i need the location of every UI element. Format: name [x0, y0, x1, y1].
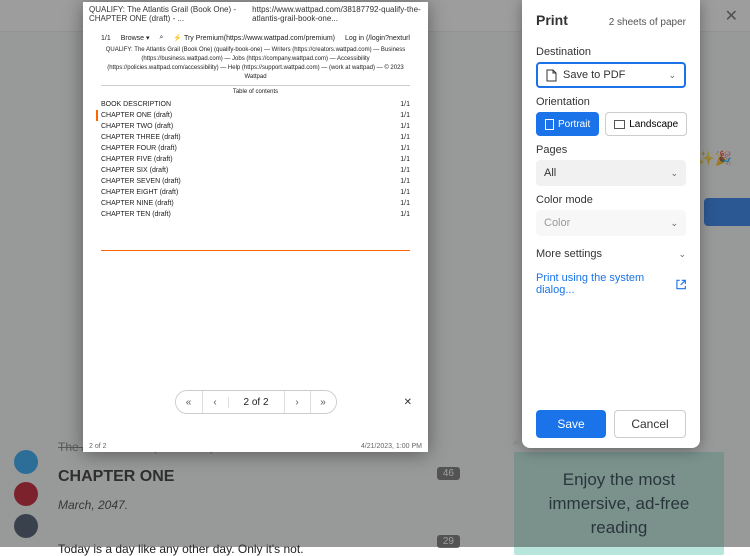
orange-divider — [101, 250, 410, 251]
toc-num: 1/1 — [400, 167, 410, 174]
preview-header: QUALIFY: The Atlantis Grail (Book One) -… — [83, 2, 428, 26]
color-mode-label: Color mode — [536, 194, 686, 206]
toc-num: 1/1 — [400, 101, 410, 108]
destination-value: Save to PDF — [563, 69, 625, 81]
toc-label: CHAPTER NINE (draft) — [101, 200, 174, 207]
pdf-icon — [546, 69, 557, 82]
toc-row: CHAPTER FIVE (draft) 1/1 — [101, 154, 410, 165]
pages-value: All — [544, 167, 556, 179]
toc-row: CHAPTER SIX (draft) 1/1 — [101, 165, 410, 176]
orientation-label: Orientation — [536, 96, 686, 108]
preview-body: 1/1 Browse ▾ ⌕ ⚡ Try Premium(https://www… — [83, 26, 428, 426]
destination-select[interactable]: Save to PDF ⌄ — [536, 62, 686, 88]
toc-num: 1/1 — [400, 112, 410, 119]
browse-link: Browse ▾ — [121, 34, 150, 42]
page-indicator-text: 2 of 2 — [228, 397, 284, 408]
toc-label: CHAPTER FOUR (draft) — [101, 145, 177, 152]
preview-links: QUALIFY: The Atlantis Grail (Book One) (… — [101, 46, 410, 86]
toc-label: CHAPTER SEVEN (draft) — [101, 178, 181, 185]
color-mode-select: Color ⌄ — [536, 210, 686, 236]
toc-num: 1/1 — [400, 156, 410, 163]
page-indicator: 1/1 — [101, 35, 111, 42]
pages-select[interactable]: All ⌄ — [536, 160, 686, 186]
panel-title: Print — [536, 12, 568, 28]
footer-date: 4/21/2023, 1:00 PM — [361, 443, 422, 450]
print-preview: QUALIFY: The Atlantis Grail (Book One) -… — [83, 2, 428, 452]
portrait-icon — [545, 119, 554, 130]
orientation-toggle: Portrait Landscape — [536, 112, 686, 136]
toc-num: 1/1 — [400, 134, 410, 141]
toc-num: 1/1 — [400, 145, 410, 152]
color-mode-value: Color — [544, 217, 570, 229]
first-page-button[interactable]: « — [176, 391, 202, 413]
system-dialog-link[interactable]: Print using the system dialog... — [536, 272, 686, 296]
toc-label: CHAPTER THREE (draft) — [101, 134, 181, 141]
toc-list: BOOK DESCRIPTION 1/1 CHAPTER ONE (draft) 1/… — [101, 99, 410, 220]
toc-label: CHAPTER SIX (draft) — [101, 167, 168, 174]
landscape-button[interactable]: Landscape — [605, 112, 687, 136]
toc-num: 1/1 — [400, 211, 410, 218]
toc-row: CHAPTER TWO (draft) 1/1 — [101, 121, 410, 132]
chevron-down-icon: ⌄ — [670, 218, 678, 229]
doc-title: QUALIFY: The Atlantis Grail (Book One) -… — [89, 5, 252, 23]
toc-label: CHAPTER TEN (draft) — [101, 211, 171, 218]
prev-page-button[interactable]: ‹ — [202, 391, 228, 413]
more-settings-toggle[interactable]: More settings ⌄ — [536, 248, 686, 260]
login-text: Log in (/login?nexturl — [345, 35, 410, 42]
toc-heading: Table of contents — [101, 89, 410, 95]
close-preview-icon[interactable]: ✕ — [404, 397, 412, 408]
cancel-button[interactable]: Cancel — [614, 410, 686, 438]
preview-footer: 2 of 2 4/21/2023, 1:00 PM — [89, 443, 422, 450]
chevron-down-icon: ⌄ — [668, 70, 676, 81]
toc-num: 1/1 — [400, 178, 410, 185]
external-link-icon — [676, 279, 686, 290]
portrait-button[interactable]: Portrait — [536, 112, 599, 136]
toc-label: CHAPTER FIVE (draft) — [101, 156, 173, 163]
save-button[interactable]: Save — [536, 410, 606, 438]
pages-label: Pages — [536, 144, 686, 156]
toc-label: BOOK DESCRIPTION — [101, 101, 171, 108]
toc-row: CHAPTER SEVEN (draft) 1/1 — [101, 176, 410, 187]
search-icon: ⌕ — [160, 34, 164, 42]
sheet-count: 2 sheets of paper — [609, 17, 686, 28]
toc-label: CHAPTER TWO (draft) — [101, 123, 173, 130]
toc-row: CHAPTER EIGHT (draft) 1/1 — [101, 187, 410, 198]
toc-num: 1/1 — [400, 200, 410, 207]
premium-link: ⚡ Try Premium(https://www.wattpad.com/pr… — [173, 34, 335, 42]
toc-row: BOOK DESCRIPTION 1/1 — [101, 99, 410, 110]
footer-page: 2 of 2 — [89, 443, 107, 450]
toc-row: CHAPTER NINE (draft) 1/1 — [101, 198, 410, 209]
toc-num: 1/1 — [400, 123, 410, 130]
destination-label: Destination — [536, 46, 686, 58]
print-panel: ◢ Print 2 sheets of paper Destination Sa… — [522, 0, 700, 448]
resize-handle-icon[interactable]: ◢ — [512, 433, 520, 446]
doc-url: https://www.wattpad.com/38187792-qualify… — [252, 5, 422, 23]
toc-label: CHAPTER ONE (draft) — [101, 112, 172, 119]
toc-row: CHAPTER ONE (draft) 1/1 — [96, 110, 410, 121]
chevron-down-icon: ⌄ — [678, 249, 686, 260]
landscape-icon — [614, 120, 625, 129]
chevron-down-icon: ⌄ — [670, 168, 678, 179]
toc-row: CHAPTER THREE (draft) 1/1 — [101, 132, 410, 143]
preview-nav: 1/1 Browse ▾ ⌕ ⚡ Try Premium(https://www… — [101, 34, 410, 42]
toc-row: CHAPTER TEN (draft) 1/1 — [101, 209, 410, 220]
toc-row: CHAPTER FOUR (draft) 1/1 — [101, 143, 410, 154]
next-page-button[interactable]: › — [284, 391, 310, 413]
last-page-button[interactable]: » — [310, 391, 336, 413]
page-navigator: « ‹ 2 of 2 › » — [175, 390, 337, 414]
toc-num: 1/1 — [400, 189, 410, 196]
toc-label: CHAPTER EIGHT (draft) — [101, 189, 178, 196]
